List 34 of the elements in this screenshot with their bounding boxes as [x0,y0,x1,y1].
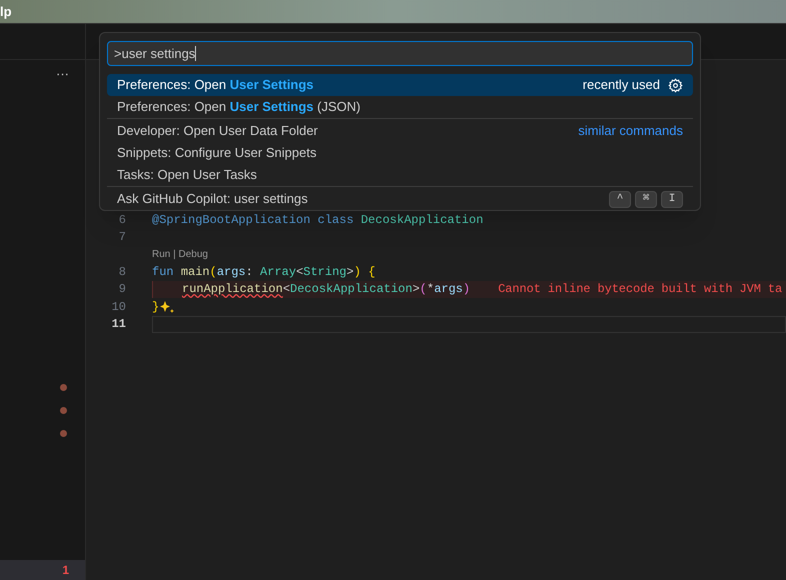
more-actions[interactable]: ··· [56,64,69,84]
command-item[interactable]: Preferences: Open User Settings recently used [107,74,693,96]
keyboard-key: I [661,190,683,208]
keyboard-key: ⌘ [635,190,657,208]
line-number: 7 [118,229,126,246]
command-label: Developer: Open User Data Folder [117,122,318,140]
item-detail: similar commands [578,122,683,140]
command-label: Ask GitHub Copilot: user settings [117,190,308,208]
line-number: 11 [110,316,126,334]
command-label: Preferences: Open User Settings [117,76,314,94]
sparkle-icon[interactable] [159,300,176,314]
command-item[interactable]: Preferences: Open User Settings (JSON) [107,96,693,118]
error-message: Cannot inline bytecode built with JVM ta [498,281,782,298]
code-line: } [152,298,786,316]
line-number: 6 [118,212,126,229]
command-item[interactable]: Snippets: Configure User Snippets [107,142,693,164]
command-label: Tasks: Open User Tasks [117,166,257,184]
line-number: 8 [118,264,126,281]
menu-title[interactable]: lp [0,2,12,22]
command-item[interactable]: Developer: Open User Data Folder similar commands [107,120,693,142]
command-label: Snippets: Configure User Snippets [117,144,316,162]
command-item[interactable]: Tasks: Open User Tasks [107,164,693,186]
keyboard-key: ^ [609,190,631,208]
command-input[interactable]: >user settings [107,41,693,66]
line-number: 9 [118,281,126,298]
command-label: Preferences: Open User Settings (JSON) [117,98,360,116]
error-count: 1 [62,562,69,579]
command-item[interactable]: Ask GitHub Copilot: user settings ^ ⌘ I [107,188,693,210]
codelens[interactable]: Run | Debug [152,247,208,262]
item-detail: recently used [582,76,660,94]
code-line: fun main(args: Array<String>) { [152,264,376,280]
settings-icon[interactable] [668,78,683,92]
line-number: 10 [110,298,126,316]
code-line: @SpringBootApplication class DecoskApplication [152,212,484,228]
